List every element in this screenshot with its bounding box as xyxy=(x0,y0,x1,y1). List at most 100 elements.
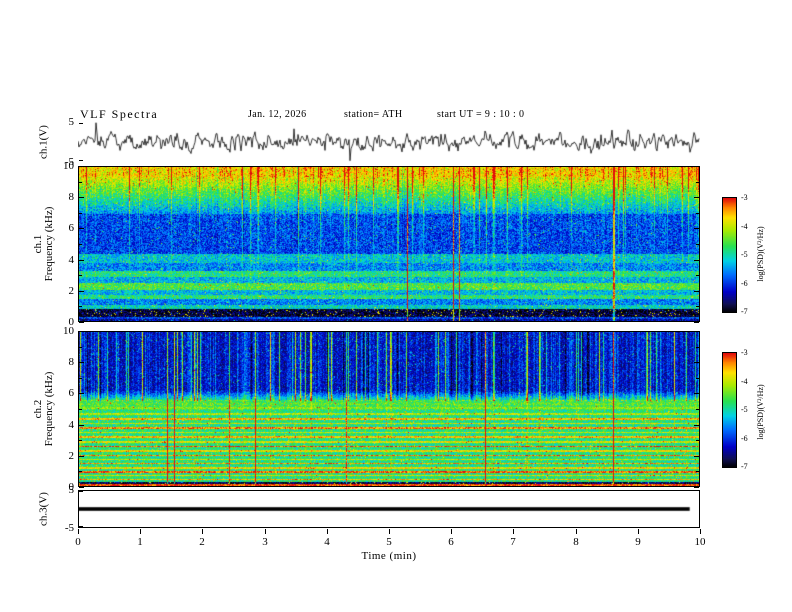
tick-mark xyxy=(79,228,84,229)
tick-mark xyxy=(696,306,699,307)
tick-mark xyxy=(79,526,83,527)
tick-mark xyxy=(79,362,84,363)
tick-mark xyxy=(694,322,699,323)
colorbar-ch2 xyxy=(722,352,737,468)
x-tick-label: 7 xyxy=(510,536,516,548)
y-tick-label: 6 xyxy=(68,387,75,400)
y-tick-label: 4 xyxy=(68,253,75,266)
colorbar-tick-label: -3 xyxy=(741,348,748,357)
colorbar-tick-label: -5 xyxy=(741,250,748,259)
date-label: Jan. 12, 2026 xyxy=(248,109,307,120)
colorbar-tick-label: -4 xyxy=(741,376,748,386)
tick-mark xyxy=(696,213,699,214)
x-tick-label: 1 xyxy=(137,536,143,548)
tick-mark xyxy=(79,487,84,488)
colorbar-tick-label: -4 xyxy=(741,221,748,231)
tick-mark xyxy=(638,529,639,534)
ch1-spectrogram-panel xyxy=(78,166,700,322)
ch1-frequency-axis-label-line2: Frequency (kHz) xyxy=(43,206,55,282)
y-tick-label: 6 xyxy=(68,222,75,235)
tick-mark xyxy=(696,378,699,379)
tick-mark xyxy=(694,331,699,332)
ch1-waveform-plot xyxy=(78,122,700,162)
tick-mark xyxy=(694,166,699,167)
x-tick-label: 9 xyxy=(635,536,641,548)
y-tick-label: -5 xyxy=(64,522,74,534)
tick-mark xyxy=(327,529,328,534)
tick-mark xyxy=(696,244,699,245)
tick-mark xyxy=(79,393,84,394)
ch2-spectrogram-panel xyxy=(78,331,700,487)
ch2-frequency-axis-label-line2: Frequency (kHz) xyxy=(43,371,55,447)
tick-mark xyxy=(79,347,82,348)
tick-mark xyxy=(694,456,699,457)
x-tick-label: 0 xyxy=(75,536,81,548)
tick-mark xyxy=(694,487,699,488)
tick-mark xyxy=(79,291,84,292)
colorbar-ch1 xyxy=(722,197,737,313)
colorbar-tick-label: -7 xyxy=(741,462,748,471)
colorbar-ch1-gradient xyxy=(723,198,736,312)
tick-mark xyxy=(202,529,203,534)
tick-mark xyxy=(79,213,82,214)
tick-mark xyxy=(694,425,699,426)
tick-mark xyxy=(79,471,82,472)
tick-mark xyxy=(79,166,84,167)
tick-mark xyxy=(79,331,84,332)
tick-mark xyxy=(79,378,82,379)
tick-mark xyxy=(79,244,82,245)
ch3-voltage-axis-label: ch.3(V) xyxy=(37,492,50,526)
y-tick-label: -5 xyxy=(64,156,74,168)
ch2-spectrogram xyxy=(79,332,699,486)
tick-mark xyxy=(79,123,83,124)
tick-mark xyxy=(696,182,699,183)
tick-mark xyxy=(79,440,82,441)
x-tick-label: 3 xyxy=(262,536,268,548)
tick-mark xyxy=(389,529,390,534)
colorbar-tick-label: -3 xyxy=(741,193,748,202)
tick-mark xyxy=(79,491,83,492)
y-tick-label: 2 xyxy=(68,449,75,462)
tick-mark xyxy=(265,529,266,534)
ch3-waveform-panel xyxy=(78,490,700,528)
x-tick-label: 8 xyxy=(573,536,579,548)
y-tick-label: 4 xyxy=(68,418,75,431)
tick-mark xyxy=(79,409,82,410)
ch1-spectrogram xyxy=(79,167,699,321)
x-tick-label: 2 xyxy=(199,536,205,548)
colorbar-ch2-gradient xyxy=(723,353,736,467)
tick-mark xyxy=(694,260,699,261)
tick-mark xyxy=(79,322,84,323)
tick-mark xyxy=(451,529,452,534)
time-axis-label: Time (min) xyxy=(361,550,417,562)
tick-mark xyxy=(696,440,699,441)
tick-mark xyxy=(694,291,699,292)
tick-mark xyxy=(79,197,84,198)
tick-mark xyxy=(576,529,577,534)
tick-mark xyxy=(79,160,83,161)
ch1-voltage-axis-label: ch.1(V) xyxy=(37,125,50,159)
ch3-waveform-plot xyxy=(79,491,699,527)
tick-mark xyxy=(79,425,84,426)
colorbar-tick-label: -5 xyxy=(741,405,748,414)
y-tick-label: 8 xyxy=(68,191,75,204)
station-label: station= ATH xyxy=(344,109,403,120)
tick-mark xyxy=(513,529,514,534)
tick-mark xyxy=(694,362,699,363)
colorbar-tick-label: -6 xyxy=(741,278,748,288)
tick-mark xyxy=(694,393,699,394)
tick-mark xyxy=(78,529,79,534)
ch1-frequency-axis-label: ch.1 Frequency (kHz) xyxy=(32,206,55,282)
tick-mark xyxy=(696,347,699,348)
x-tick-label: 6 xyxy=(448,536,454,548)
ch1-waveform-panel xyxy=(78,122,700,162)
tick-mark xyxy=(79,260,84,261)
tick-mark xyxy=(694,228,699,229)
y-tick-label: 8 xyxy=(68,356,75,369)
x-tick-label: 5 xyxy=(386,536,392,548)
y-tick-label: 10 xyxy=(63,325,74,337)
x-tick-label: 10 xyxy=(694,536,706,548)
y-tick-label: 5 xyxy=(68,484,75,496)
tick-mark xyxy=(700,529,701,534)
tick-mark xyxy=(696,409,699,410)
